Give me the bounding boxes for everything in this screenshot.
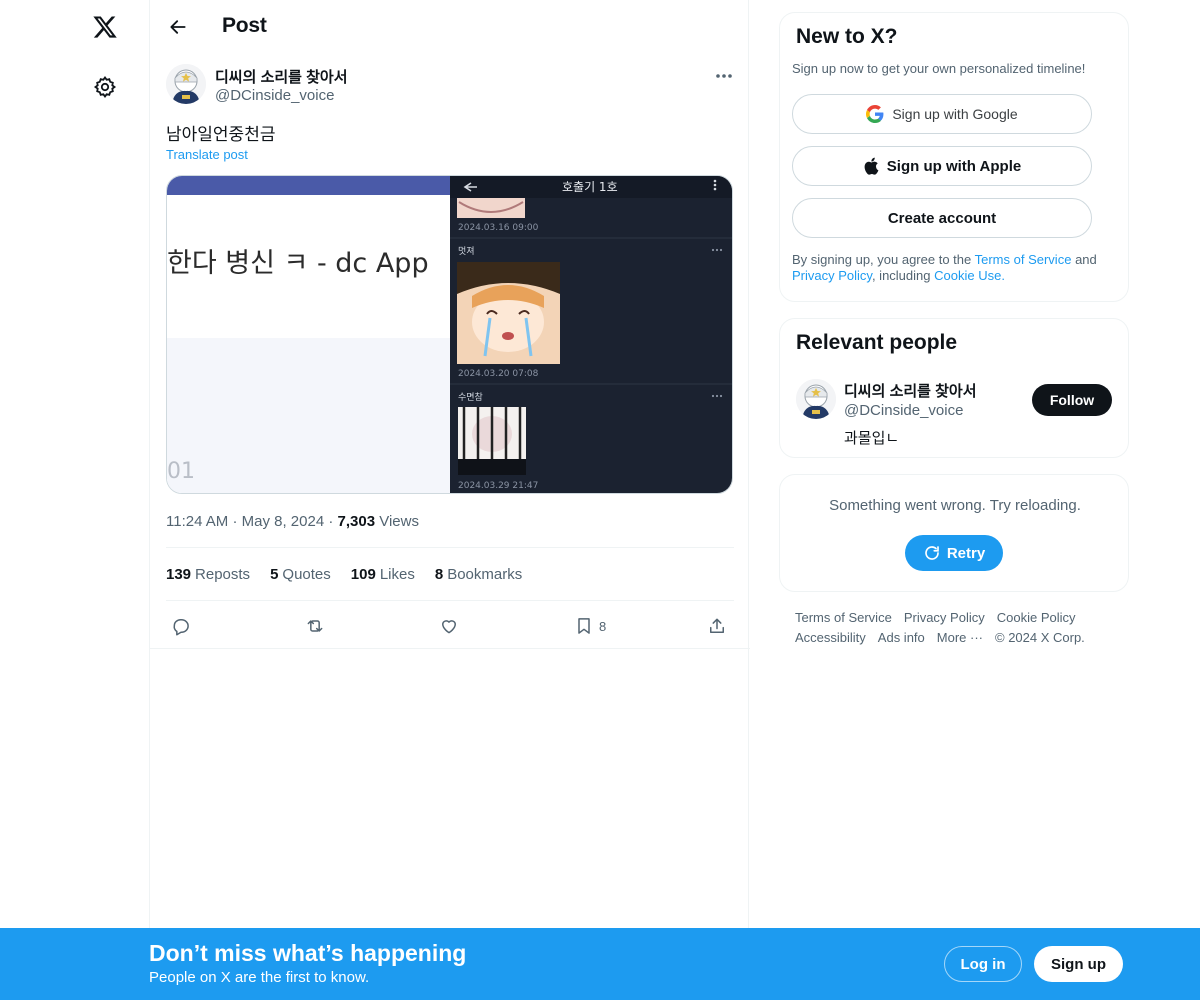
gear-icon[interactable] bbox=[88, 70, 122, 104]
avatar[interactable] bbox=[166, 64, 206, 104]
bookmark-action-count: 8 bbox=[599, 618, 607, 634]
legal-including: , including bbox=[871, 268, 931, 283]
cookie-link[interactable]: Cookie Use. bbox=[934, 268, 1005, 283]
repost-icon[interactable] bbox=[304, 612, 326, 640]
bookmarks-stat[interactable]: 8 Bookmarks bbox=[435, 566, 522, 583]
legal-prefix: By signing up, you agree to the bbox=[792, 252, 972, 267]
bookmarks-label: Bookmarks bbox=[447, 566, 523, 583]
media-item1-name: 멋져 bbox=[458, 246, 475, 257]
translate-post-link[interactable]: Translate post bbox=[166, 147, 248, 162]
media-left-text: 한다 병신 ㅋ - dc App bbox=[167, 248, 429, 279]
meta-separator: · bbox=[232, 513, 242, 530]
bookmarks-count: 8 bbox=[434, 566, 444, 583]
likes-label: Likes bbox=[379, 566, 415, 583]
error-message: Something went wrong. Try reloading. bbox=[829, 497, 1081, 514]
apple-signup-button[interactable]: Sign up with Apple bbox=[792, 146, 1092, 186]
footer-links: Terms of Service Privacy Policy Cookie P… bbox=[795, 608, 1125, 648]
post-stats: 139 Reposts 5 Quotes 109 Likes 8 Bookmarks bbox=[166, 566, 522, 583]
login-button[interactable]: Log in bbox=[944, 946, 1022, 982]
refresh-icon bbox=[925, 546, 939, 560]
terms-link[interactable]: Terms of Service bbox=[975, 252, 1072, 267]
media-item2-date: 2024.03.29 21:47 bbox=[458, 481, 538, 491]
more-options-icon[interactable] bbox=[712, 66, 736, 86]
back-arrow-icon[interactable] bbox=[164, 13, 192, 41]
banner-subtitle: People on X are the first to know. bbox=[149, 969, 370, 986]
relevant-people-card: Relevant people 디씨의 소리를 찾아서 @DCinside_vo… bbox=[779, 318, 1129, 458]
signup-legal: By signing up, you agree to the Terms of… bbox=[792, 252, 1122, 284]
footer-cookie-link[interactable]: Cookie Policy bbox=[997, 608, 1076, 628]
footer-more-link[interactable]: More ··· bbox=[937, 628, 983, 648]
error-card: Something went wrong. Try reloading. Ret… bbox=[779, 474, 1129, 592]
like-icon[interactable] bbox=[439, 612, 459, 640]
relevant-person-name[interactable]: 디씨의 소리를 찾아서 bbox=[844, 380, 977, 401]
signup-subtitle: Sign up now to get your own personalized… bbox=[792, 61, 1086, 76]
retry-label: Retry bbox=[946, 544, 986, 562]
media-date-top: 2024.03.16 09:00 bbox=[458, 223, 539, 233]
likes-stat[interactable]: 109 Likes bbox=[351, 566, 415, 583]
google-signup-label: Sign up with Google bbox=[892, 106, 1018, 122]
google-icon bbox=[866, 105, 884, 123]
likes-count: 109 bbox=[350, 566, 376, 583]
post-date[interactable]: May 8, 2024 bbox=[242, 513, 325, 530]
create-account-label: Create account bbox=[887, 209, 997, 227]
author-handle[interactable]: @DCinside_voice bbox=[215, 87, 334, 104]
quotes-stat[interactable]: 5 Quotes bbox=[270, 566, 331, 583]
views-label: Views bbox=[379, 513, 419, 530]
footer-ads-link[interactable]: Ads info bbox=[878, 628, 925, 648]
quotes-label: Quotes bbox=[282, 566, 331, 583]
signup-button[interactable]: Sign up bbox=[1034, 946, 1123, 982]
meta-separator: · bbox=[328, 513, 338, 530]
post-detail-column: Post 디씨의 소리를 찾아서 @DCinside_voice 남아일언중천금… bbox=[149, 0, 750, 1000]
divider bbox=[150, 648, 750, 649]
reposts-label: Reposts bbox=[195, 566, 251, 583]
share-icon[interactable] bbox=[707, 612, 727, 640]
apple-signup-label: Sign up with Apple bbox=[886, 157, 1022, 175]
post-author: 디씨의 소리를 찾아서 @DCinside_voice bbox=[166, 64, 736, 108]
reposts-stat[interactable]: 139 Reposts bbox=[166, 566, 250, 583]
relevant-person-bio: 과몰입ㄴ bbox=[844, 430, 900, 447]
footer-privacy-link[interactable]: Privacy Policy bbox=[904, 608, 985, 628]
media-item1-date: 2024.03.20 07:08 bbox=[458, 369, 539, 379]
signup-card: New to X? Sign up now to get your own pe… bbox=[779, 12, 1129, 302]
privacy-link[interactable]: Privacy Policy bbox=[792, 268, 872, 283]
bookmark-icon bbox=[578, 618, 590, 634]
relevant-people-title: Relevant people bbox=[796, 331, 958, 354]
media-item2-name: 수면참 bbox=[458, 392, 483, 403]
reply-icon[interactable] bbox=[171, 612, 191, 640]
views-count: 7,303 bbox=[337, 513, 376, 530]
author-name[interactable]: 디씨의 소리를 찾아서 bbox=[215, 66, 348, 87]
left-nav bbox=[0, 0, 150, 1000]
footer-copyright: © 2024 X Corp. bbox=[995, 630, 1085, 645]
post-text: 남아일언중천금 bbox=[166, 125, 276, 144]
media-right-title: 호출기 1호 bbox=[562, 180, 618, 194]
reposts-count: 139 bbox=[166, 566, 192, 583]
post-meta: 11:24 AM · May 8, 2024 · 7,303 Views bbox=[166, 513, 419, 530]
signup-card-title: New to X? bbox=[796, 25, 898, 48]
post-time[interactable]: 11:24 AM bbox=[166, 513, 228, 530]
login-banner: Don’t miss what’s happening People on X … bbox=[0, 928, 1200, 1000]
x-logo-icon[interactable] bbox=[88, 10, 122, 44]
google-signup-button[interactable]: Sign up with Google bbox=[792, 94, 1092, 134]
banner-title: Don’t miss what’s happening bbox=[149, 940, 467, 966]
avatar[interactable] bbox=[796, 379, 836, 419]
follow-button[interactable]: Follow bbox=[1032, 384, 1112, 416]
post-header: Post bbox=[150, 0, 750, 54]
post-media[interactable]: 한다 병신 ㅋ - dc App 01 호출기 1호 2024.03.16 09… bbox=[166, 175, 733, 494]
media-left-corner: 01 bbox=[167, 459, 195, 484]
relevant-person-handle[interactable]: @DCinside_voice bbox=[844, 402, 963, 419]
footer-accessibility-link[interactable]: Accessibility bbox=[795, 628, 866, 648]
footer-terms-link[interactable]: Terms of Service bbox=[795, 608, 892, 628]
divider bbox=[166, 547, 734, 548]
legal-and: and bbox=[1075, 252, 1097, 267]
quotes-count: 5 bbox=[270, 566, 279, 583]
create-account-button[interactable]: Create account bbox=[792, 198, 1092, 238]
page-title: Post bbox=[222, 14, 267, 37]
post-actions: 8 bbox=[166, 612, 734, 640]
retry-button[interactable]: Retry bbox=[905, 535, 1003, 571]
divider bbox=[166, 600, 734, 601]
bookmark-action[interactable]: 8 bbox=[574, 612, 606, 640]
apple-icon bbox=[864, 157, 879, 175]
